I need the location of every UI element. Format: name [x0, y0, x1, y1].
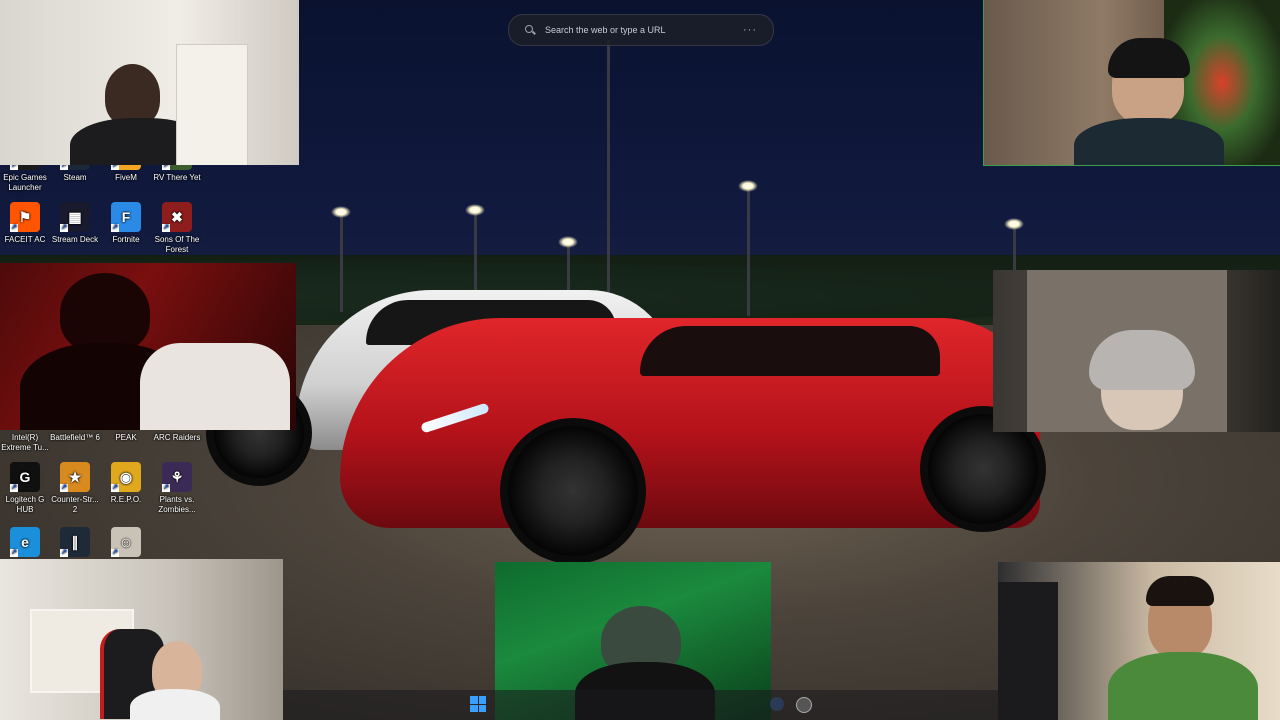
- more-options-icon[interactable]: ···: [743, 24, 757, 36]
- taskbar: [283, 690, 998, 720]
- shortcut-arrow-icon: ↗: [60, 549, 68, 557]
- desktop-icon[interactable]: ▦ ↗ Stream Deck: [50, 202, 100, 245]
- street-lamp: [738, 180, 758, 316]
- desktop-icon-label: R.E.P.O.: [110, 495, 142, 504]
- desktop-icon-label: PEAK: [115, 433, 137, 442]
- app-icon: ⚘ ↗: [162, 462, 192, 492]
- windows-start-icon[interactable]: [470, 696, 486, 712]
- app-icon: ★ ↗: [60, 462, 90, 492]
- shortcut-arrow-icon: ↗: [10, 224, 18, 232]
- desktop-icon[interactable]: G ↗ Logitech G HUB: [0, 462, 50, 515]
- desktop-icon[interactable]: ◉ ↗ R.E.P.O.: [101, 462, 151, 505]
- webcam-feed-4: [993, 270, 1280, 432]
- desktop-icon-label: Intel(R) Extreme Tu...: [1, 433, 49, 452]
- desktop-icon-label: Sons Of The Forest: [154, 235, 200, 254]
- app-icon: ☺ ↗: [111, 527, 141, 557]
- desktop-icon[interactable]: ∥ ↗: [50, 527, 100, 560]
- street-lamp: [331, 206, 351, 312]
- desktop-icon-label: Epic Games Launcher: [3, 173, 47, 192]
- shortcut-arrow-icon: ↗: [162, 224, 170, 232]
- street-lamp: [607, 40, 610, 310]
- desktop-icon-label: Fortnite: [112, 235, 140, 244]
- webcam-feed-5: [0, 559, 283, 720]
- desktop-icon-label: RV There Yet: [153, 173, 201, 182]
- desktop-icon[interactable]: ★ ↗ Counter-Str... 2: [50, 462, 100, 515]
- taskbar-app-icon[interactable]: [770, 697, 784, 711]
- search-icon: [525, 25, 535, 35]
- app-icon: ▦ ↗: [60, 202, 90, 232]
- desktop-icon-label: Logitech G HUB: [5, 495, 45, 514]
- shortcut-arrow-icon: ↗: [162, 484, 170, 492]
- app-icon: e ↗: [10, 527, 40, 557]
- red-car: [340, 318, 1046, 564]
- desktop-icon-label: FACEIT AC: [4, 235, 46, 244]
- desktop-icon-label: Steam: [63, 173, 87, 182]
- shortcut-arrow-icon: ↗: [10, 484, 18, 492]
- desktop-icon[interactable]: ⚑ ↗ FACEIT AC: [0, 202, 50, 245]
- app-icon: ◉ ↗: [111, 462, 141, 492]
- desktop-icon-label: Counter-Str... 2: [51, 495, 99, 514]
- shortcut-arrow-icon: ↗: [60, 484, 68, 492]
- shortcut-arrow-icon: ↗: [60, 224, 68, 232]
- webcam-feed-3: [0, 263, 296, 430]
- shortcut-arrow-icon: ↗: [111, 549, 119, 557]
- browser-search-bar[interactable]: Search the web or type a URL ···: [508, 14, 774, 46]
- shortcut-arrow-icon: ↗: [111, 224, 119, 232]
- desktop-icon-label: Battlefield™ 6: [50, 433, 100, 442]
- desktop-icon-label: ARC Raiders: [153, 433, 201, 442]
- app-icon: ✖ ↗: [162, 202, 192, 232]
- app-icon: ⚑ ↗: [10, 202, 40, 232]
- webcam-feed-1: [0, 0, 299, 165]
- webcam-feed-2: [983, 0, 1280, 166]
- shortcut-arrow-icon: ↗: [111, 484, 119, 492]
- taskbar-app-icon[interactable]: [796, 697, 812, 713]
- app-icon: F ↗: [111, 202, 141, 232]
- desktop-icon[interactable]: ✖ ↗ Sons Of The Forest: [152, 202, 202, 255]
- desktop-icon[interactable]: ☺ ↗: [101, 527, 151, 560]
- webcam-feed-7: [998, 562, 1280, 720]
- desktop-icon-label: FiveM: [115, 173, 137, 182]
- desktop-icon-label: Plants vs. Zombies...: [158, 495, 196, 514]
- desktop-icon[interactable]: e ↗: [0, 527, 50, 560]
- app-icon: ∥ ↗: [60, 527, 90, 557]
- shortcut-arrow-icon: ↗: [10, 549, 18, 557]
- search-placeholder[interactable]: Search the web or type a URL: [545, 25, 743, 35]
- desktop-icon-label: Stream Deck: [51, 235, 99, 244]
- app-icon: G ↗: [10, 462, 40, 492]
- desktop-icon[interactable]: ⚘ ↗ Plants vs. Zombies...: [152, 462, 202, 515]
- desktop-icon[interactable]: F ↗ Fortnite: [101, 202, 151, 245]
